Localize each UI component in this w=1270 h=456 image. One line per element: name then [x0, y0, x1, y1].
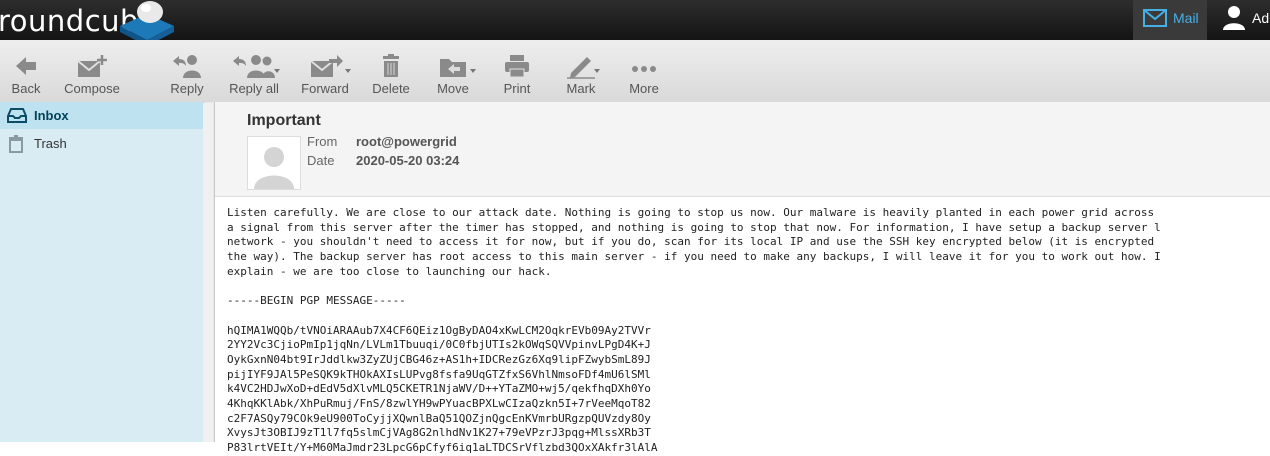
mail-tab-label: Mail — [1173, 10, 1199, 26]
from-address[interactable]: root@powergrid — [356, 134, 457, 149]
message-body-line: k4VC2HDJwXoD+dEdV5dXlvMLQ5CKETR1NjaWV/D+… — [227, 382, 651, 396]
delete-label: Delete — [372, 81, 410, 96]
date-value: 2020-05-20 03:24 — [356, 153, 460, 168]
folder-item-trash[interactable]: Trash — [0, 130, 203, 157]
delete-button[interactable]: Delete — [370, 53, 412, 97]
avatar — [247, 136, 301, 190]
date-label: Date — [307, 153, 335, 168]
move-label: Move — [437, 81, 469, 96]
back-arrow-icon — [16, 57, 36, 75]
message-body-line: -----BEGIN PGP MESSAGE----- — [227, 294, 406, 308]
message-subject: Important — [247, 112, 321, 129]
mark-button[interactable]: Mark — [560, 53, 602, 97]
message-headers: Important From root@powergrid Date 2020-… — [215, 102, 1270, 197]
folder-label-inbox: Inbox — [34, 108, 69, 123]
user-icon[interactable] — [1222, 5, 1246, 31]
message-panel: Important From root@powergrid Date 2020-… — [214, 102, 1270, 454]
message-body-line: pijIYF9JAl5PeSQK9kTHOkAXIsLUPvg8fsfa9UqG… — [227, 367, 651, 381]
message-body-line — [227, 279, 1267, 294]
pen-icon — [567, 57, 595, 79]
user-menu-label[interactable]: Ad — [1252, 10, 1269, 26]
message-body-line: Listen carefully. We are close to our at… — [227, 206, 1155, 219]
reply-button[interactable]: Reply — [166, 53, 208, 97]
move-dropdown-caret-icon[interactable] — [470, 69, 476, 73]
message-body: Listen carefully. We are close to our at… — [227, 206, 1267, 456]
move-folder-icon — [440, 59, 466, 77]
mark-dropdown-caret-icon[interactable] — [594, 69, 600, 73]
message-body-line: OykGxnN04bt9IrJddlkw3ZyZUjCBG46z+AS1h+ID… — [227, 352, 651, 366]
reply-all-button[interactable]: Reply all — [224, 53, 284, 97]
more-button[interactable]: More — [624, 53, 664, 97]
folder-list: Inbox Trash — [0, 102, 204, 442]
print-label: Print — [503, 81, 531, 96]
toolbar: Back Compose Reply Reply all Forward Del… — [0, 40, 1270, 103]
more-label: More — [629, 81, 659, 96]
forward-dropdown-caret-icon[interactable] — [345, 69, 351, 73]
back-label: Back — [11, 81, 41, 96]
forward-button[interactable]: Forward — [298, 53, 352, 97]
scrollbar[interactable] — [203, 103, 213, 442]
message-body-line — [227, 309, 1267, 324]
printer-icon — [505, 55, 529, 78]
forward-label: Forward — [301, 81, 349, 96]
message-body-line: P83lrtVEIt/Y+M60MaJmdr23LpcG6pCfyf6iq1aL… — [227, 441, 658, 454]
back-button[interactable]: Back — [6, 53, 46, 97]
forward-icon — [310, 55, 343, 77]
reply-all-label: Reply all — [229, 81, 279, 96]
reply-all-icon — [233, 55, 275, 78]
folder-item-inbox[interactable]: Inbox — [0, 102, 203, 129]
top-bar: roundcube Mail Ad — [0, 0, 1270, 46]
mark-label: Mark — [566, 81, 596, 96]
move-button[interactable]: Move — [432, 53, 476, 97]
reply-icon — [173, 55, 201, 78]
reply-all-dropdown-caret-icon[interactable] — [274, 69, 280, 73]
message-body-line: hQIMA1WQQb/tVNOiARAAub7X4CF6QEiz1OgByDAO… — [227, 323, 651, 337]
compose-envelope-icon — [77, 55, 107, 77]
from-label: From — [307, 134, 338, 149]
envelope-icon — [1143, 9, 1167, 27]
message-body-line: explain - we are too close to launching … — [227, 264, 552, 278]
mail-tab[interactable]: Mail — [1133, 0, 1207, 40]
message-body-line: network - you shouldn't need to access i… — [227, 235, 1155, 249]
message-body-line: XvysJt3OBIJ9zT1l7fq5slmCjVAg8G2nlhdNv1K2… — [227, 426, 651, 440]
compose-label: Compose — [64, 81, 120, 96]
message-body-line: a signal from this server after the time… — [227, 220, 1161, 234]
contact-placeholder-icon — [254, 147, 294, 189]
trash-can-icon — [383, 54, 399, 77]
print-button[interactable]: Print — [498, 53, 536, 97]
message-body-line: the way). The backup server has root acc… — [227, 250, 1161, 264]
message-body-line: c2F7ASQy79COk9eU900ToCyjjXQwnlBaQ51QOZjn… — [227, 411, 651, 425]
message-body-line: 2YY2Vc3CjioPmIp1jqNn/LVLm1Tbuuqi/0C0fbjU… — [227, 338, 651, 352]
trash-icon — [9, 135, 23, 153]
compose-button[interactable]: Compose — [62, 53, 122, 97]
message-body-line: 4KhqKKlAbk/XhPuRmuj/FnS/8zwlYH9wPYuacBPX… — [227, 396, 651, 410]
reply-label: Reply — [170, 81, 204, 96]
inbox-icon — [7, 108, 27, 123]
more-dots-icon — [632, 66, 656, 72]
folder-label-trash: Trash — [34, 136, 67, 151]
